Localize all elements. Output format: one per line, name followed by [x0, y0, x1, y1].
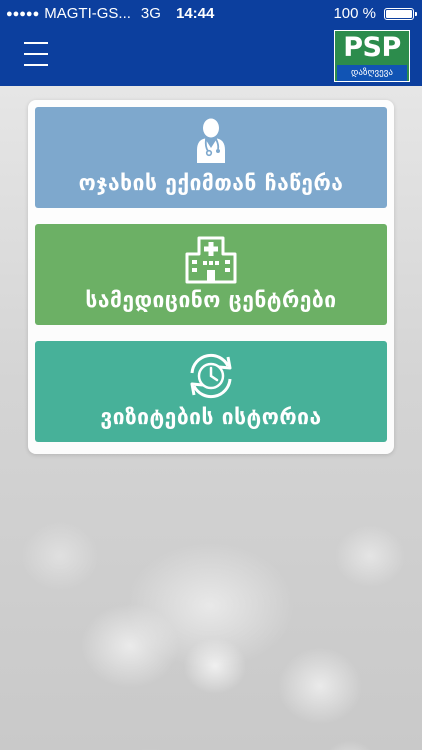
signal-strength: ●●●●●	[6, 7, 40, 20]
tile-label: ოჯახის ექიმთან ჩაწერა	[78, 171, 344, 195]
history-clock-icon	[190, 353, 232, 399]
network-type: 3G	[140, 5, 161, 22]
doctor-icon	[197, 118, 225, 163]
medical-centers-button[interactable]: სამედიცინო ცენტრები	[35, 224, 387, 325]
logo-subtitle: დაზღვევა	[337, 65, 407, 81]
psp-logo: PSP დაზღვევა	[334, 30, 410, 82]
battery-percent: 100 %	[333, 5, 376, 22]
status-bar: ●●●●● MAGTI-GS... 3G 14:44 100 %	[0, 0, 422, 28]
tile-label: სამედიცინო ცენტრები	[85, 288, 337, 312]
logo-text: PSP	[343, 32, 401, 63]
family-doctor-appointment-button[interactable]: ოჯახის ექიმთან ჩაწერა	[35, 107, 387, 208]
status-time: 14:44	[176, 5, 215, 22]
battery-icon	[384, 8, 417, 20]
tile-label: ვიზიტების ისტორია	[100, 405, 322, 429]
menu-icon[interactable]	[24, 42, 48, 68]
carrier-name: MAGTI-GS...	[44, 5, 131, 22]
hospital-icon	[185, 236, 237, 284]
menu-panel: ოჯახის ექიმთან ჩაწერა სამედიცინო ცენტრებ…	[28, 100, 394, 454]
nav-bar: PSP დაზღვევა	[0, 28, 422, 86]
visit-history-button[interactable]: ვიზიტების ისტორია	[35, 341, 387, 442]
